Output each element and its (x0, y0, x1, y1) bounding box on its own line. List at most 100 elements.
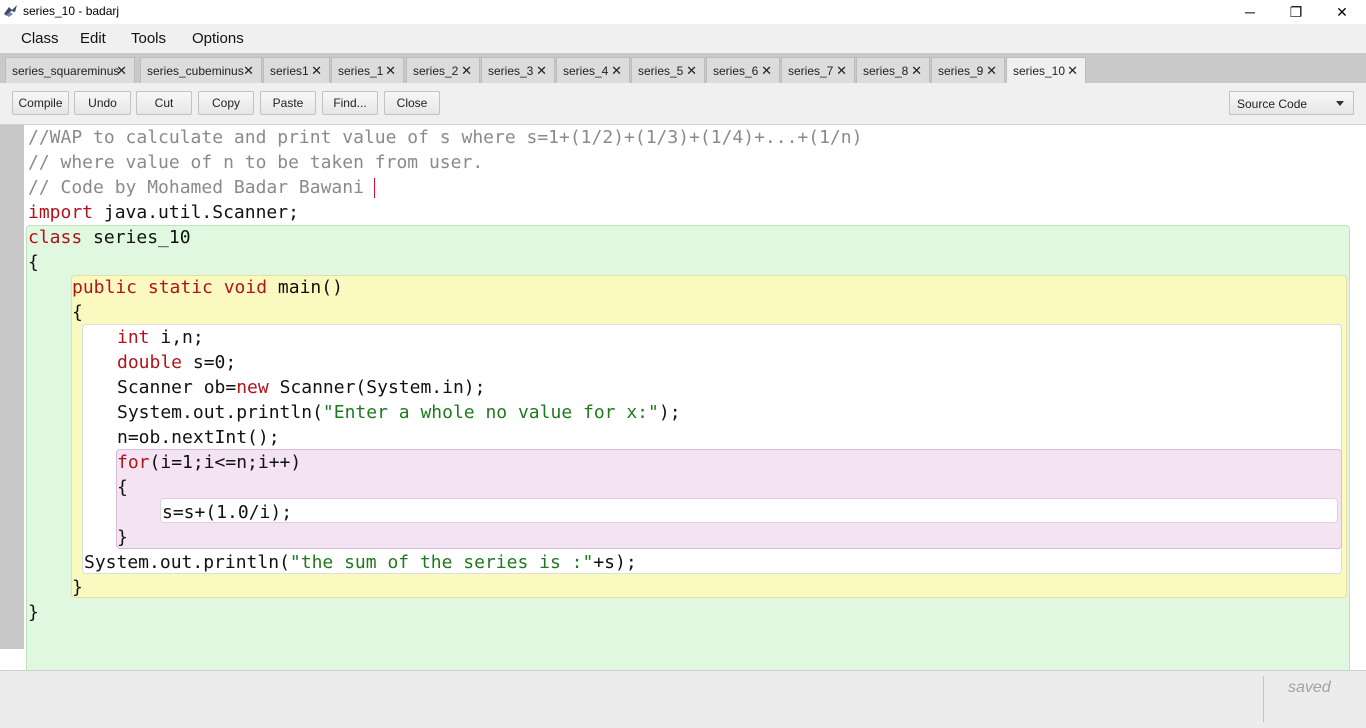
code-token: Scanner ob= (117, 377, 237, 398)
view-selector-value: Source Code (1237, 97, 1308, 111)
menu-tools[interactable]: Tools (131, 30, 166, 47)
text-caret (374, 178, 375, 198)
tab-label: series_6 (713, 63, 759, 78)
code-token: class (28, 227, 83, 248)
code-line: } (72, 575, 83, 600)
save-status: saved (1288, 679, 1331, 696)
code-line: // Code by Mohamed Badar Bawani (28, 175, 364, 200)
menu-edit[interactable]: Edit (80, 30, 106, 47)
tab-close-icon[interactable]: ✕ (986, 63, 997, 79)
tab-series_7[interactable]: series_7 ✕ (781, 57, 855, 83)
code-token: for (117, 452, 150, 473)
view-selector-dropdown[interactable]: Source Code (1229, 91, 1354, 115)
bluej-bird-icon (4, 5, 17, 17)
copy-button[interactable]: Copy (198, 91, 254, 115)
code-token: } (28, 602, 39, 623)
menu-class[interactable]: Class (21, 30, 59, 47)
code-token: main() (267, 277, 343, 298)
code-token: import (28, 202, 94, 223)
undo-button[interactable]: Undo (74, 91, 131, 115)
tab-series_3[interactable]: series_3 ✕ (481, 57, 555, 83)
tab-series_squareminus[interactable]: series_squareminus ✕ (5, 57, 135, 83)
code-line: System.out.println("the sum of the serie… (84, 550, 637, 575)
code-token: java.util.Scanner; (93, 202, 299, 223)
tab-close-icon[interactable]: ✕ (461, 63, 472, 79)
tab-label: series_cubeminus (147, 63, 244, 78)
tab-series_8[interactable]: series_8 ✕ (856, 57, 930, 83)
find-button[interactable]: Find... (322, 91, 378, 115)
status-divider (1263, 676, 1264, 722)
tab-close-icon[interactable]: ✕ (836, 63, 847, 79)
code-token: ); (658, 402, 681, 423)
tab-label: series_5 (638, 63, 684, 78)
code-token: +s); (593, 552, 637, 573)
tab-series_cubeminus[interactable]: series_cubeminus ✕ (140, 57, 262, 83)
paste-button[interactable]: Paste (260, 91, 316, 115)
code-token: n=ob.nextInt(); (117, 427, 280, 448)
tab-series_5[interactable]: series_5 ✕ (631, 57, 705, 83)
code-token: Scanner(System.in); (268, 377, 486, 398)
editor-gutter (0, 125, 24, 649)
tab-close-icon[interactable]: ✕ (311, 63, 322, 79)
code-line: // where value of n to be taken from use… (28, 150, 483, 175)
code-line: } (117, 525, 128, 550)
code-line: n=ob.nextInt(); (117, 425, 280, 450)
code-token: { (72, 302, 83, 323)
window-title: series_10 - badarj (23, 4, 120, 18)
maximize-button[interactable]: ❐ (1273, 0, 1319, 24)
code-token: //WAP to calculate and print value of s … (28, 127, 863, 148)
code-line: for(i=1;i<=n;i++) (117, 450, 301, 475)
code-token: System.out.println( (117, 402, 323, 423)
tab-series_6[interactable]: series_6 ✕ (706, 57, 780, 83)
code-line: double s=0; (117, 350, 236, 375)
tab-series_9[interactable]: series_9 ✕ (931, 57, 1005, 83)
code-token: int (117, 327, 150, 348)
menu-options[interactable]: Options (192, 30, 244, 47)
tab-close-icon[interactable]: ✕ (611, 63, 622, 79)
tab-bar: series_squareminus ✕ series_cubeminus ✕ seri… (0, 53, 1366, 83)
tab-close-icon[interactable]: ✕ (536, 63, 547, 79)
tab-close-icon[interactable]: ✕ (686, 63, 697, 79)
tab-close-icon[interactable]: ✕ (385, 63, 396, 79)
code-line: { (72, 300, 83, 325)
code-line: int i,n; (117, 325, 204, 350)
status-bar: saved (0, 670, 1366, 728)
toolbar: Compile Undo Cut Copy Paste Find... Clos… (0, 83, 1366, 125)
close-button[interactable]: Close (384, 91, 440, 115)
tab-close-icon[interactable]: ✕ (911, 63, 922, 79)
code-token: i,n; (149, 327, 204, 348)
code-token: } (117, 527, 128, 548)
tab-series_1[interactable]: series_1 ✕ (331, 57, 404, 83)
close-window-button[interactable]: ✕ (1319, 0, 1365, 24)
code-token: "the sum of the series is :" (289, 552, 594, 573)
compile-button[interactable]: Compile (12, 91, 69, 115)
tab-close-icon[interactable]: ✕ (1067, 63, 1078, 79)
code-token: { (117, 477, 128, 498)
cut-button[interactable]: Cut (136, 91, 192, 115)
tab-series_2[interactable]: series_2 ✕ (406, 57, 480, 83)
tab-close-icon[interactable]: ✕ (116, 63, 127, 79)
tab-label: series_2 (413, 63, 459, 78)
menu-bar: Class Edit Tools Options (0, 24, 1366, 53)
code-line: } (28, 600, 39, 625)
tab-close-icon[interactable]: ✕ (243, 63, 254, 79)
tab-series_10[interactable]: series_10 ✕ (1006, 57, 1086, 83)
code-token: "Enter a whole no value for x:" (322, 402, 659, 423)
code-token: double (117, 352, 183, 373)
code-token: // where value of n to be taken from use… (28, 152, 484, 173)
tab-series_4[interactable]: series_4 ✕ (556, 57, 630, 83)
code-line: import java.util.Scanner; (28, 200, 299, 225)
code-line: System.out.println("Enter a whole no val… (117, 400, 681, 425)
code-token: System.out.println( (84, 552, 290, 573)
code-editor[interactable]: //WAP to calculate and print value of s … (0, 125, 1366, 723)
tab-close-icon[interactable]: ✕ (761, 63, 772, 79)
code-token: new (236, 377, 269, 398)
tab-label: series_8 (863, 63, 909, 78)
tab-series1[interactable]: series1 ✕ (263, 57, 330, 83)
code-line: s=s+(1.0/i); (162, 500, 292, 525)
tab-label: series_1 (338, 63, 384, 78)
minimize-button[interactable]: ─ (1227, 0, 1273, 24)
code-line: class series_10 (28, 225, 191, 250)
code-token: } (72, 577, 83, 598)
tab-label: series_10 (1013, 63, 1066, 78)
